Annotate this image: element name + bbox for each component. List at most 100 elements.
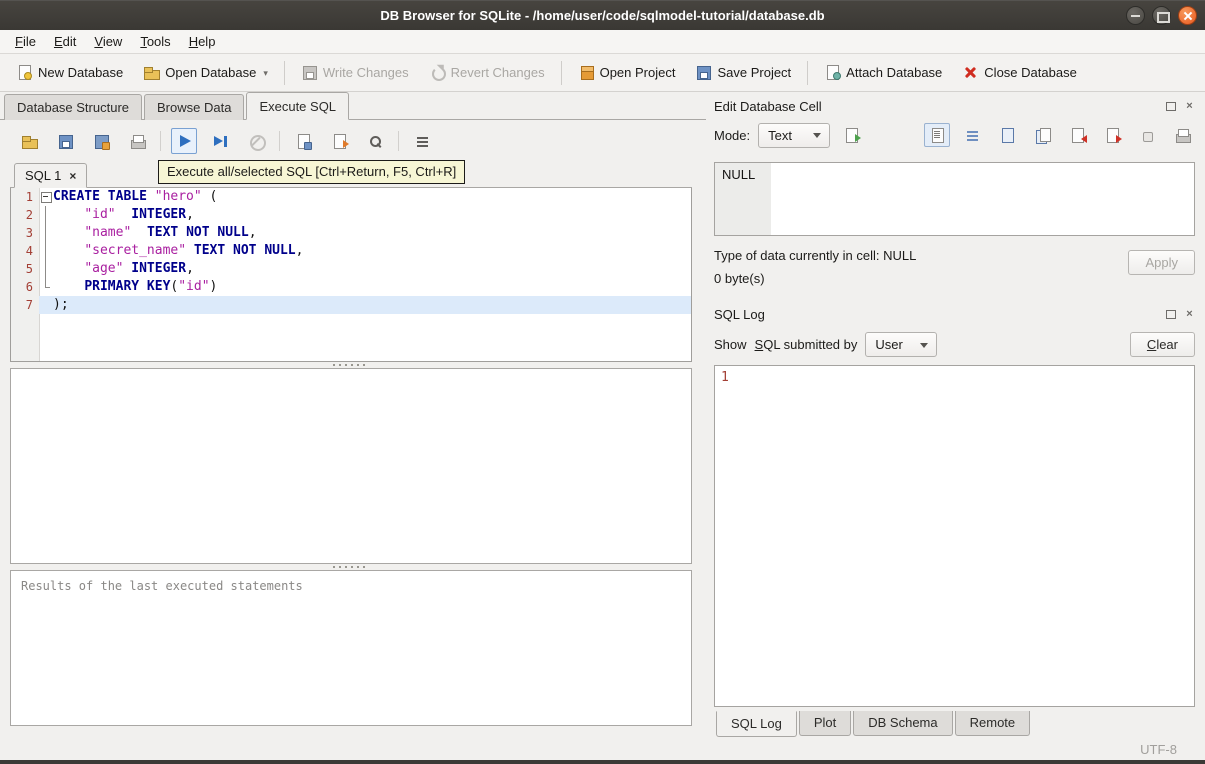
code-text: "id" INTEGER, [84, 207, 194, 222]
menu-item-tools[interactable]: Tools [131, 31, 179, 52]
import-cell-icon [1069, 127, 1087, 144]
sql-log-view[interactable]: 1 [714, 365, 1195, 707]
maximize-button[interactable] [1152, 6, 1171, 25]
format-sql-button[interactable] [409, 128, 435, 154]
code-line-7: 7); [11, 296, 691, 314]
save-sql-as-button[interactable] [88, 128, 114, 154]
close-tab-icon[interactable]: × [69, 169, 76, 183]
mode-combo[interactable]: Text [758, 122, 831, 148]
toolbar-separator [807, 60, 809, 85]
tab-plot[interactable]: Plot [798, 711, 852, 736]
apply-button[interactable]: Apply [1128, 250, 1195, 275]
log-filter-combo[interactable]: User [865, 332, 938, 357]
paste-cell-icon [1034, 127, 1051, 144]
set-null-button[interactable] [1134, 123, 1160, 147]
write-changes-icon [301, 64, 318, 81]
splitter-handle[interactable] [10, 362, 692, 368]
filter-label: SQL submitted by [754, 337, 858, 352]
minimize-button[interactable] [1126, 6, 1145, 25]
text-view-button[interactable] [924, 123, 950, 147]
toolbar-separator [279, 131, 280, 151]
dropdown-caret-icon[interactable]: ▾ [263, 68, 268, 81]
import-file-icon [843, 127, 861, 144]
dock-close-icon[interactable] [1184, 309, 1195, 320]
dock-float-icon[interactable] [1165, 309, 1176, 319]
find-replace-button[interactable] [362, 128, 388, 154]
tab-remote[interactable]: Remote [954, 711, 1031, 736]
execute-all-icon [176, 133, 193, 150]
word-wrap-button[interactable] [959, 123, 985, 147]
edit-cell-icon-group [924, 123, 1195, 147]
text-view-icon [929, 127, 946, 144]
menu-item-file[interactable]: File [6, 31, 45, 52]
open-project-button[interactable]: Open Project [568, 58, 686, 87]
sql-editor[interactable]: 1 CREATE TABLE "hero" (2 "id" INTEGER, 3 "… [10, 188, 692, 362]
edit-cell-title: Edit Database Cell [714, 98, 822, 114]
tab-db-schema[interactable]: DB Schema [853, 711, 953, 736]
save-project-button[interactable]: Save Project [685, 58, 801, 87]
execute-tooltip: Execute all/selected SQL [Ctrl+Return, F… [158, 160, 466, 184]
fold-marker-icon [39, 260, 53, 278]
dock-close-icon[interactable] [1184, 101, 1195, 112]
code-line-5: 5 "age" INTEGER, [11, 260, 691, 278]
sql-doc-tab[interactable]: SQL 1 × [14, 163, 88, 188]
copy-cell-icon [999, 127, 1016, 144]
edit-cell-header: Edit Database Cell [714, 94, 1195, 118]
new-database-button[interactable]: New Database [6, 58, 133, 87]
tab-execute-sql[interactable]: Execute SQL [246, 92, 350, 120]
open-project-label: Open Project [599, 65, 676, 80]
copy-cell-button[interactable] [994, 123, 1020, 147]
export-results-button[interactable] [326, 128, 352, 154]
tab-database-structure[interactable]: Database Structure [4, 94, 143, 120]
execute-line-button[interactable] [207, 128, 233, 154]
toolbar-separator [560, 60, 562, 85]
fold-marker-icon [39, 242, 53, 260]
attach-database-icon [824, 64, 842, 81]
line-number: 1 [25, 190, 33, 204]
close-button[interactable] [1178, 6, 1197, 25]
cell-editor[interactable]: NULL [714, 162, 1195, 236]
export-cell-button[interactable] [1099, 123, 1125, 147]
tab-sql-log[interactable]: SQL Log [716, 711, 797, 737]
import-cell-button[interactable] [1064, 123, 1090, 147]
revert-changes-icon [429, 64, 446, 81]
code-text: PRIMARY KEY("id") [84, 279, 218, 294]
open-database-button[interactable]: Open Database ▾ [133, 58, 278, 87]
results-message: Results of the last executed statements [10, 570, 692, 726]
sql-log-title: SQL Log [714, 306, 765, 322]
fold-marker-icon[interactable] [39, 188, 53, 206]
menu-item-view[interactable]: View [85, 31, 131, 52]
stop-button[interactable] [243, 128, 269, 154]
sql-doc-tab-label: SQL 1 [25, 168, 62, 183]
revert-changes-button[interactable]: Revert Changes [419, 58, 555, 87]
line-number: 2 [25, 208, 33, 222]
format-sql-icon [414, 133, 431, 150]
menu-item-edit[interactable]: Edit [45, 31, 85, 52]
import-file-button[interactable] [838, 123, 864, 147]
print-sql-button[interactable] [124, 128, 150, 154]
menu-item-help[interactable]: Help [180, 31, 225, 52]
line-number: 3 [25, 226, 33, 240]
code-text: "secret_name" TEXT NOT NULL, [84, 243, 304, 258]
save-results-button[interactable] [290, 128, 316, 154]
code-line-2: 2 "id" INTEGER, [11, 206, 691, 224]
dock-float-icon[interactable] [1165, 101, 1176, 111]
splitter-handle[interactable] [10, 564, 692, 570]
revert-changes-label: Revert Changes [450, 65, 545, 80]
main-area: Database Structure Browse Data Execute SQL… [0, 92, 1205, 738]
log-line-number: 1 [721, 370, 729, 385]
paste-cell-button[interactable] [1029, 123, 1055, 147]
tab-browse-data[interactable]: Browse Data [144, 94, 245, 120]
close-database-icon [962, 64, 979, 81]
fold-marker-icon [39, 296, 53, 314]
code-text: "name" TEXT NOT NULL, [84, 225, 257, 240]
execute-all-button[interactable] [171, 128, 197, 154]
open-sql-file-button[interactable] [16, 128, 42, 154]
clear-log-button[interactable]: Clear [1129, 332, 1195, 357]
close-database-button[interactable]: Close Database [952, 58, 1087, 87]
attach-database-button[interactable]: Attach Database [814, 58, 952, 87]
print-cell-button[interactable] [1169, 123, 1195, 147]
save-sql-file-button[interactable] [52, 128, 78, 154]
toolbar-separator [283, 60, 285, 85]
write-changes-button[interactable]: Write Changes [291, 58, 419, 87]
